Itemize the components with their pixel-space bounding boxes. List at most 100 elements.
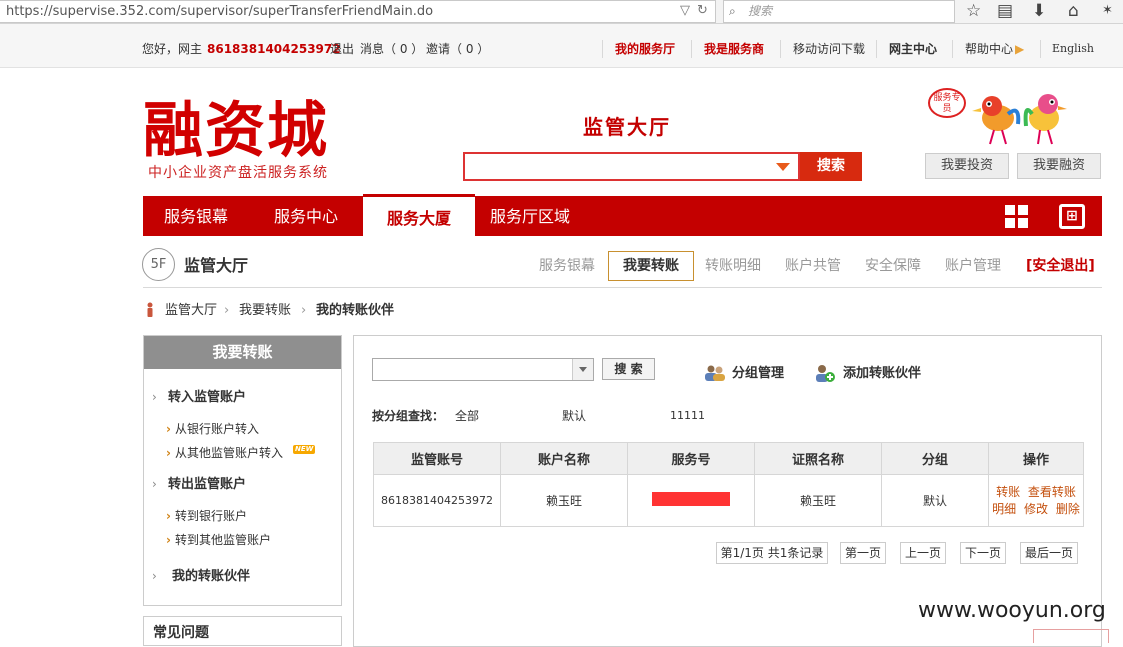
breadcrumb-item[interactable]: 监管大厅: [165, 303, 217, 319]
dropdown-arrow-icon[interactable]: ▽: [680, 3, 690, 19]
divider: [602, 40, 603, 58]
view-transfer-link[interactable]: 查看转账: [1028, 485, 1076, 499]
column-header: 证照名称: [754, 442, 882, 475]
chevron-right-icon: ›: [152, 477, 157, 491]
chevron-down-icon[interactable]: [776, 163, 790, 171]
transfer-link[interactable]: 转账: [996, 485, 1020, 499]
column-header: 分组: [881, 442, 989, 475]
nav-service-hall-area[interactable]: 服务厅区域: [490, 196, 570, 236]
add-partner-button[interactable]: 添加转账伙伴: [843, 366, 921, 382]
group-select[interactable]: [372, 358, 594, 381]
play-icon: ▶: [1015, 42, 1025, 56]
floor-badge: 5F: [142, 248, 175, 281]
address-bar[interactable]: https://supervise.352.com/supervisor/sup…: [0, 0, 716, 23]
prev-page-button[interactable]: 上一页: [900, 542, 946, 564]
sidebar-item-label: 从银行账户转入: [174, 422, 259, 436]
chevron-right-icon: ›: [224, 303, 230, 318]
new-badge: NEW: [293, 445, 316, 454]
sidebar-item-from-other-account[interactable]: › 从其他监管账户转入: [166, 445, 283, 461]
chevron-down-icon[interactable]: [572, 359, 593, 380]
bookmarks-list-icon[interactable]: ▤: [997, 1, 1013, 21]
sidebar-item-label: 从其他监管账户转入: [174, 446, 283, 460]
last-page-button[interactable]: 最后一页: [1020, 542, 1078, 564]
divider: [691, 40, 692, 58]
divider: [876, 40, 877, 58]
edit-link[interactable]: 修改: [1024, 502, 1048, 516]
sidebar-section-transfer-in[interactable]: 转入监管账户: [168, 390, 246, 406]
nav-service-center[interactable]: 服务中心: [274, 196, 338, 236]
faq-title: 常见问题: [153, 625, 209, 641]
home-icon[interactable]: ⌂: [1068, 1, 1079, 21]
chevron-right-icon: ›: [166, 509, 171, 523]
header-search-input[interactable]: [463, 152, 800, 181]
nav-service-building[interactable]: 服务大厦: [363, 194, 475, 236]
cell-service-no: [627, 474, 755, 527]
filter-option-all[interactable]: 全部: [455, 409, 479, 423]
details-link[interactable]: 明细: [992, 502, 1016, 516]
table-row: 8618381404253972 赖玉旺 赖玉旺 默认 转账 查看转账 明细 修…: [373, 474, 1084, 527]
cell-name: 赖玉旺: [500, 474, 628, 527]
watermark: www.wooyun.org: [918, 598, 1106, 623]
filter-option-default[interactable]: 默认: [562, 409, 586, 423]
group-manage-button[interactable]: 分组管理: [732, 366, 784, 382]
link-english[interactable]: English: [1052, 42, 1094, 56]
sidebar-item-to-bank[interactable]: › 转到银行账户: [166, 508, 247, 524]
search-icon: ⌕: [729, 4, 736, 18]
logout-link[interactable]: 退出: [330, 42, 354, 56]
link-owner-center[interactable]: 网主中心: [889, 42, 937, 56]
site-logo[interactable]: 融资城: [143, 98, 373, 166]
subnav-transfer[interactable]: 我要转账: [608, 251, 694, 281]
account-number[interactable]: 8618381404253972: [207, 42, 341, 56]
sidebar-item-to-other-account[interactable]: › 转到其他监管账户: [166, 532, 271, 548]
divider: [1040, 40, 1041, 58]
service-staff-badge: 服务专员: [928, 88, 966, 118]
subnav-security[interactable]: 安全保障: [865, 257, 921, 275]
download-icon[interactable]: ⬇: [1032, 1, 1046, 21]
partner-search-button[interactable]: 搜 索: [602, 358, 655, 380]
link-mobile-download[interactable]: 移动访问下载: [793, 42, 865, 56]
table-header-row: 监管账号 账户名称 服务号 证照名称 分组 操作: [373, 442, 1084, 475]
header-search-button[interactable]: 搜索: [800, 152, 862, 181]
safe-logout-link[interactable]: [安全退出]: [1026, 257, 1095, 275]
cell-operations: 转账 查看转账 明细 修改 删除: [988, 474, 1084, 527]
grid-icon[interactable]: [1005, 205, 1029, 229]
addon-icon[interactable]: ✶: [1102, 1, 1113, 21]
invest-button[interactable]: 我要投资: [925, 153, 1009, 179]
cell-license-name: 赖玉旺: [754, 474, 882, 527]
delete-link[interactable]: 删除: [1056, 502, 1080, 516]
link-i-am-provider[interactable]: 我是服务商: [704, 42, 764, 56]
messages-link[interactable]: 消息（ 0 ）: [360, 42, 423, 56]
sidebar-section-transfer-out[interactable]: 转出监管账户: [168, 477, 246, 493]
sidebar-section-partners[interactable]: 我的转账伙伴: [172, 569, 250, 585]
sidebar-item-from-bank[interactable]: › 从银行账户转入: [166, 421, 259, 437]
breadcrumb-item[interactable]: 我要转账: [239, 303, 291, 319]
cell-group: 默认: [881, 474, 989, 527]
page-info: 第1/1页 共1条记录: [716, 542, 828, 564]
column-header: 操作: [988, 442, 1084, 475]
calendar-icon[interactable]: ⊞: [1059, 204, 1085, 229]
invites-link[interactable]: 邀请（ 0 ）: [426, 42, 489, 56]
subnav-account-management[interactable]: 账户管理: [945, 257, 1001, 275]
browser-search-field[interactable]: ⌕ 搜索: [723, 0, 955, 23]
nav-service-screen[interactable]: 服务银幕: [164, 196, 228, 236]
chevron-right-icon: ›: [166, 533, 171, 547]
link-my-service-hall[interactable]: 我的服务厅: [615, 42, 675, 56]
mascot-birds-icon: [972, 94, 1067, 145]
finance-button[interactable]: 我要融资: [1017, 153, 1101, 179]
link-help-center[interactable]: 帮助中心: [965, 42, 1013, 56]
greeting: 您好，网主: [142, 42, 203, 56]
chevron-right-icon: ›: [152, 390, 157, 404]
subnav-joint-account[interactable]: 账户共管: [785, 257, 841, 275]
site-slogan: 中小企业资产盘活服务系统: [148, 165, 328, 181]
search-placeholder: 搜索: [748, 4, 773, 18]
chevron-right-icon: ›: [166, 446, 171, 460]
reload-icon[interactable]: ↻: [697, 3, 708, 19]
subnav-transfer-details[interactable]: 转账明细: [705, 257, 761, 275]
first-page-button[interactable]: 第一页: [840, 542, 886, 564]
next-page-button[interactable]: 下一页: [960, 542, 1006, 564]
person-icon: [147, 302, 153, 317]
breadcrumb-current: 我的转账伙伴: [316, 303, 395, 318]
subnav-service-screen[interactable]: 服务银幕: [539, 257, 595, 275]
bookmark-star-icon[interactable]: ☆: [966, 1, 981, 21]
filter-option-11111[interactable]: 11111: [670, 409, 705, 423]
